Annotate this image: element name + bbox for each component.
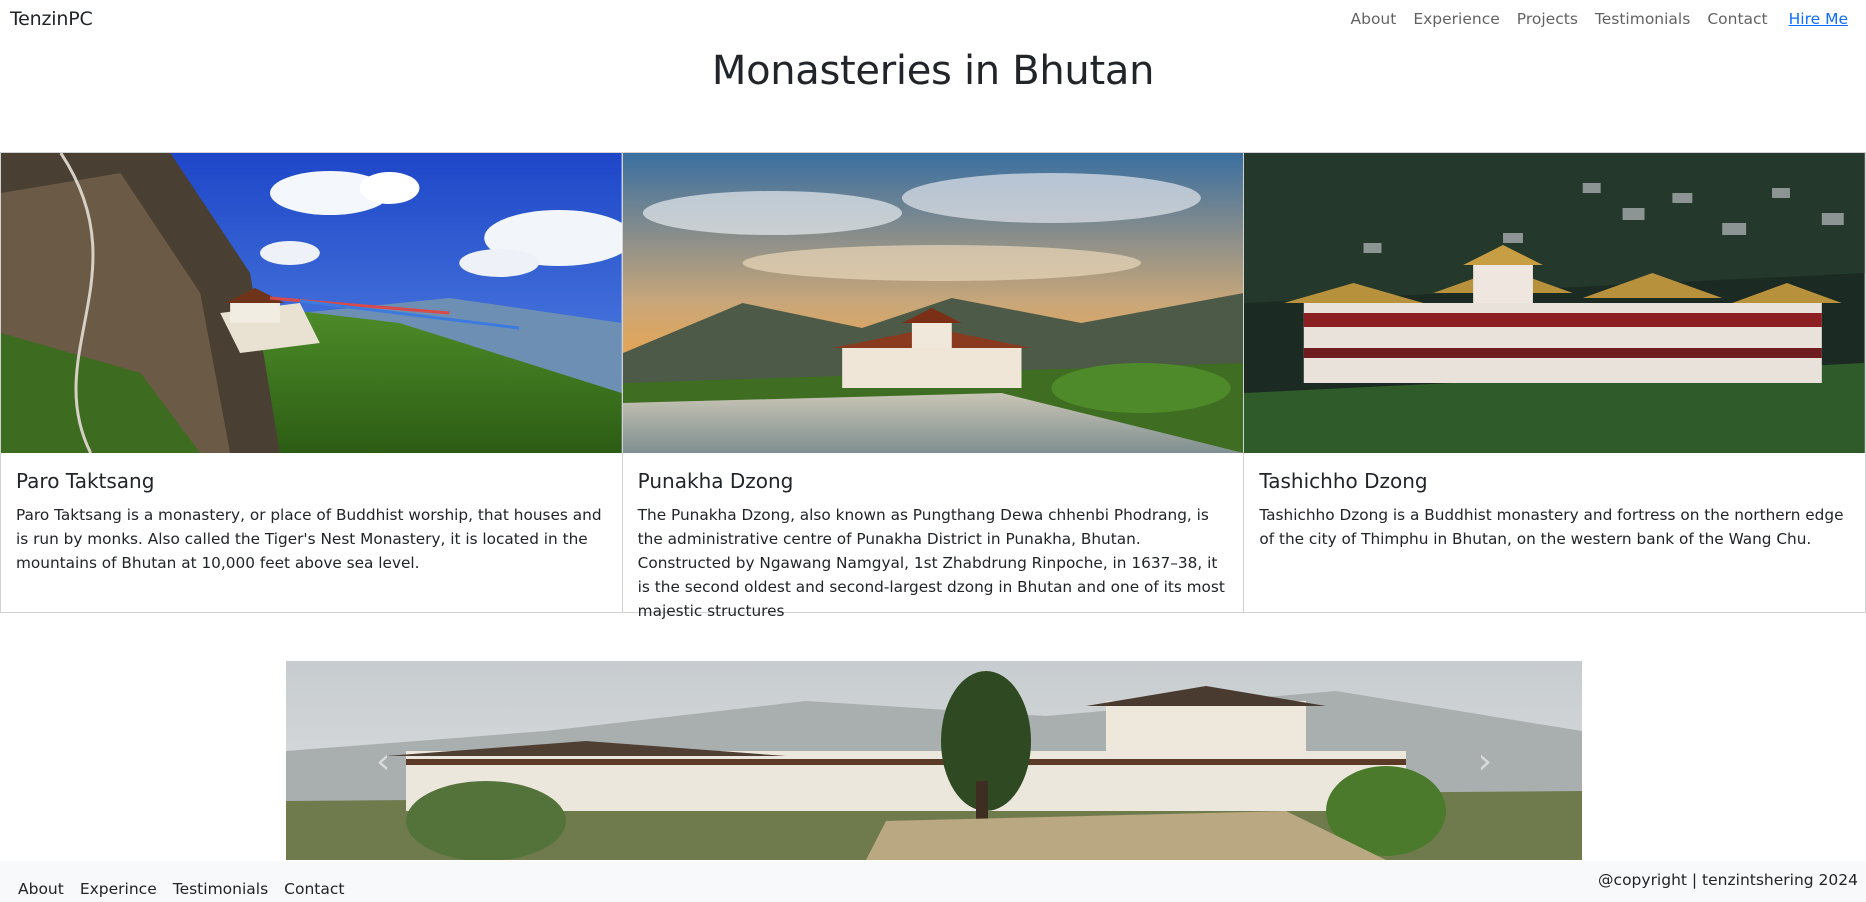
card-text: Paro Taktsang is a monastery, or place o…: [16, 506, 602, 572]
card-tashichho-dzong: Tashichho Dzong Tashichho Dzong is a Bud…: [1243, 152, 1866, 613]
nav-links: About Experience Projects Testimonials C…: [1334, 10, 1849, 28]
card-title: Punakha Dzong: [637, 469, 794, 493]
card-text: The Punakha Dzong, also known as Pungtha…: [637, 506, 1225, 620]
page-title: Monasteries in Bhutan: [711, 48, 1155, 94]
carousel-image: [286, 661, 1582, 860]
card-title: Paro Taktsang: [16, 469, 155, 493]
card-paro-taktsang: Paro Taktsang Paro Taktsang is a monaste…: [0, 152, 623, 613]
footer-link-about[interactable]: About: [18, 880, 64, 898]
footer-link-experience[interactable]: Experince: [80, 880, 157, 898]
carousel-next-icon[interactable]: ›: [1478, 741, 1492, 782]
nav-link-experience[interactable]: Experience: [1413, 10, 1499, 28]
card-image-tashichho-dzong: [1244, 153, 1866, 453]
monastery-cards: Paro Taktsang Paro Taktsang is a monaste…: [0, 152, 1866, 620]
footer-links: About Experince Testimonials Contact: [18, 880, 360, 898]
navbar: TenzinPC About Experience Projects Testi…: [0, 0, 1866, 40]
nav-link-about[interactable]: About: [1351, 10, 1397, 28]
nav-link-projects[interactable]: Projects: [1517, 10, 1578, 28]
nav-link-contact[interactable]: Contact: [1707, 10, 1767, 28]
card-text: Tashichho Dzong is a Buddhist monastery …: [1259, 506, 1844, 548]
hire-me-link[interactable]: Hire Me: [1789, 10, 1848, 28]
card-title: Tashichho Dzong: [1259, 469, 1428, 493]
carousel-prev-icon[interactable]: ‹: [376, 741, 390, 782]
nav-link-testimonials[interactable]: Testimonials: [1595, 10, 1690, 28]
image-carousel[interactable]: ‹ ›: [286, 661, 1582, 860]
card-punakha-dzong: Punakha Dzong The Punakha Dzong, also kn…: [621, 152, 1245, 620]
card-image-paro-taktsang: [1, 153, 622, 453]
brand-logo[interactable]: TenzinPC: [10, 8, 93, 30]
footer-link-testimonials[interactable]: Testimonials: [173, 880, 268, 898]
copyright-text: @copyright | tenzintshering 2024: [1598, 871, 1858, 889]
footer: About Experince Testimonials Contact @co…: [0, 861, 1866, 902]
footer-link-contact[interactable]: Contact: [284, 880, 344, 898]
card-image-punakha-dzong: [622, 153, 1244, 453]
